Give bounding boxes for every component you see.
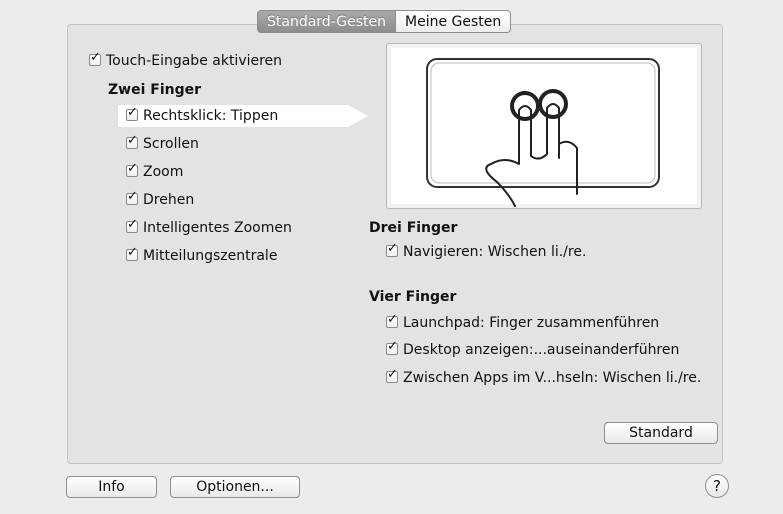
checkbox-box[interactable]: ✓ xyxy=(126,105,139,121)
gesture-notification-center[interactable]: ✓ Mitteilungszentrale xyxy=(126,245,278,264)
options-button[interactable]: Optionen... xyxy=(170,476,300,498)
tab-standard-gestures[interactable]: Standard-Gesten xyxy=(257,10,395,33)
checkbox-box[interactable]: ✓ xyxy=(126,161,139,177)
checkmark-icon: ✓ xyxy=(90,50,101,65)
gesture-label: Zwischen Apps im V...hseln: Wischen li./… xyxy=(403,370,702,386)
help-button[interactable]: ? xyxy=(705,474,729,498)
checkmark-icon: ✓ xyxy=(127,217,138,232)
gesture-switch-apps[interactable]: ✓ Zwischen Apps im V...hseln: Wischen li.… xyxy=(386,367,702,386)
touch-enable-checkbox[interactable]: ✓ Touch-Eingabe aktivieren xyxy=(89,50,283,69)
gesture-label: Mitteilungszentrale xyxy=(143,248,278,264)
selected-row-pointer xyxy=(348,105,368,127)
checkmark-icon: ✓ xyxy=(127,133,138,148)
checkmark-icon: ✓ xyxy=(387,312,398,327)
gesture-zoom[interactable]: ✓ Zoom xyxy=(126,161,184,180)
gesture-preview xyxy=(386,43,702,209)
checkbox-box[interactable]: ✓ xyxy=(386,312,399,328)
four-fingers-heading: Vier Finger xyxy=(369,289,457,305)
tab-my-gestures[interactable]: Meine Gesten xyxy=(395,10,512,33)
gesture-label: Scrollen xyxy=(143,136,199,152)
touch-enable-label: Touch-Eingabe aktivieren xyxy=(106,53,283,69)
checkbox-box[interactable]: ✓ xyxy=(126,189,139,205)
gesture-launchpad[interactable]: ✓ Launchpad: Finger zusammenführen xyxy=(386,312,660,331)
two-finger-tap-hand-icon xyxy=(426,58,660,207)
gesture-label: Zoom xyxy=(143,164,184,180)
gesture-right-click[interactable]: ✓ Rechtsklick: Tippen xyxy=(126,105,279,124)
checkbox-box[interactable]: ✓ xyxy=(386,241,399,257)
checkmark-icon: ✓ xyxy=(127,189,138,204)
checkmark-icon: ✓ xyxy=(127,245,138,260)
gesture-scroll[interactable]: ✓ Scrollen xyxy=(126,133,199,152)
gesture-label: Launchpad: Finger zusammenführen xyxy=(403,315,660,331)
standard-button[interactable]: Standard xyxy=(604,422,718,444)
checkmark-icon: ✓ xyxy=(127,105,138,120)
gesture-label: Intelligentes Zoomen xyxy=(143,220,292,236)
checkmark-icon: ✓ xyxy=(127,161,138,176)
checkmark-icon: ✓ xyxy=(387,339,398,354)
two-fingers-heading: Zwei Finger xyxy=(108,82,202,98)
gesture-rotate[interactable]: ✓ Drehen xyxy=(126,189,195,208)
three-fingers-heading: Drei Finger xyxy=(369,220,458,236)
gesture-navigate-swipe[interactable]: ✓ Navigieren: Wischen li./re. xyxy=(386,241,587,260)
checkbox-box[interactable]: ✓ xyxy=(89,50,102,66)
checkbox-box[interactable]: ✓ xyxy=(126,133,139,149)
gesture-label: Drehen xyxy=(143,192,195,208)
checkbox-box[interactable]: ✓ xyxy=(126,245,139,261)
checkmark-icon: ✓ xyxy=(387,367,398,382)
checkbox-box[interactable]: ✓ xyxy=(386,367,399,383)
checkbox-box[interactable]: ✓ xyxy=(386,339,399,355)
gesture-label: Navigieren: Wischen li./re. xyxy=(403,244,587,260)
info-button[interactable]: Info xyxy=(66,476,157,498)
checkmark-icon: ✓ xyxy=(387,241,398,256)
checkbox-box[interactable]: ✓ xyxy=(126,217,139,233)
gesture-label: Rechtsklick: Tippen xyxy=(143,108,279,124)
gesture-label: Desktop anzeigen:...auseinanderführen xyxy=(403,342,680,358)
tab-bar: Standard-Gesten Meine Gesten xyxy=(257,10,512,33)
gesture-smart-zoom[interactable]: ✓ Intelligentes Zoomen xyxy=(126,217,292,236)
gesture-show-desktop[interactable]: ✓ Desktop anzeigen:...auseinanderführen xyxy=(386,339,680,358)
